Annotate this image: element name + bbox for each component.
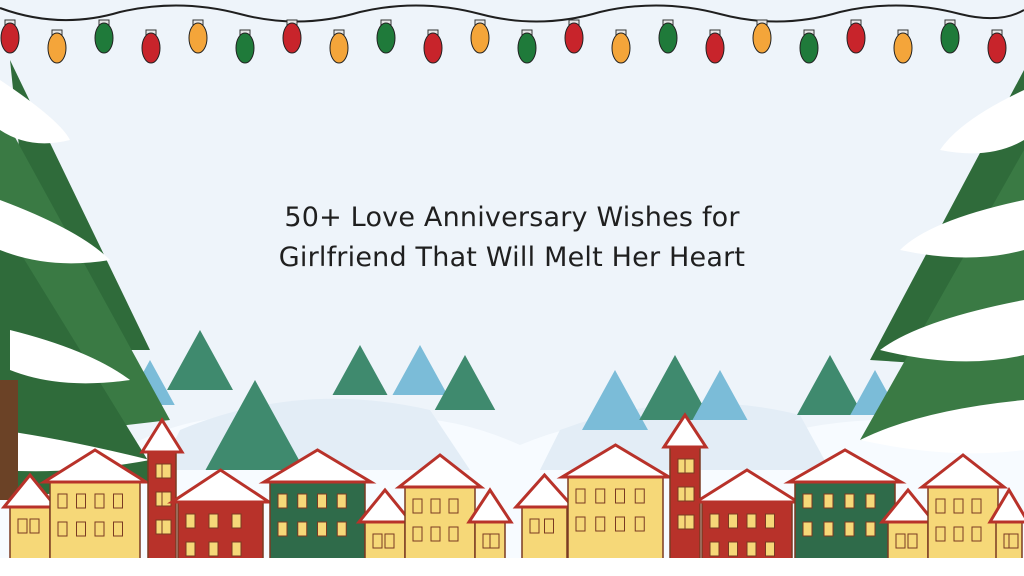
light-bulb-icon [893, 29, 913, 64]
light-bulb-icon [470, 19, 490, 54]
light-bulb-icon [987, 29, 1007, 64]
light-bulb-icon [141, 29, 161, 64]
light-bulb-icon [564, 19, 584, 54]
light-bulb-icon [658, 19, 678, 54]
light-bulb-icon [47, 29, 67, 64]
house-icon [661, 412, 709, 563]
house-icon [139, 417, 185, 563]
small-pine-tree [392, 345, 448, 395]
string-lights [0, 4, 1024, 64]
light-bulb-icon [799, 29, 819, 64]
title-line-2: Girlfriend That Will Melt Her Heart [278, 242, 746, 273]
small-pine-tree [332, 345, 388, 395]
left-pine-tree [0, 60, 170, 500]
light-bulb-icon [94, 19, 114, 54]
light-bulb-icon [329, 29, 349, 64]
small-pine-tree [167, 330, 233, 390]
light-bulb-icon [705, 29, 725, 64]
light-bulb-icon [282, 19, 302, 54]
light-bulb-icon [517, 29, 537, 64]
light-bulb-icon [611, 29, 631, 64]
light-bulb-icon [940, 19, 960, 54]
small-pine-tree [797, 355, 863, 415]
light-bulb-icon [0, 19, 20, 54]
light-bulb-icon [846, 19, 866, 54]
title-line-1: 50+ Love Anniversary Wishes for [284, 202, 740, 233]
page-title: 50+ Love Anniversary Wishes for Girlfrie… [212, 198, 812, 278]
snow-ground [0, 558, 1024, 576]
light-bulb-icon [423, 29, 443, 64]
light-bulb-icon [376, 19, 396, 54]
small-pine-tree [582, 370, 648, 430]
light-bulb-icon [188, 19, 208, 54]
winter-village-illustration [0, 4, 1024, 576]
small-pine-tree [434, 355, 496, 410]
light-bulb-icon [235, 29, 255, 64]
small-pine-tree [692, 370, 748, 420]
light-bulb-icon [752, 19, 772, 54]
